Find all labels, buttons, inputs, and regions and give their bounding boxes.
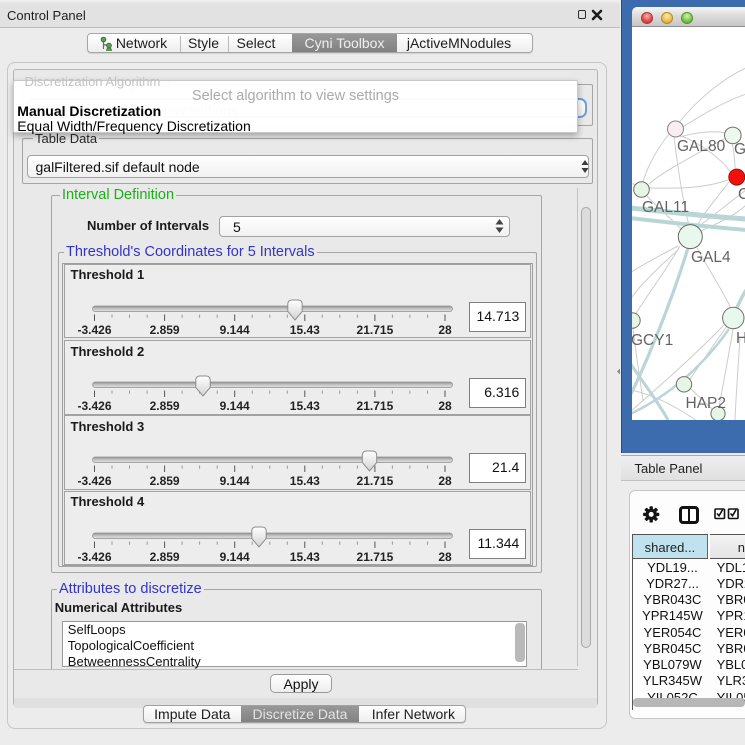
svg-text:28: 28: [438, 399, 452, 413]
svg-text:9.144: 9.144: [219, 474, 249, 488]
svg-text:21.715: 21.715: [356, 474, 393, 488]
svg-text:2.859: 2.859: [149, 550, 179, 564]
svg-text:-3.426: -3.426: [77, 323, 111, 337]
svg-text:GCY1: GCY1: [632, 332, 673, 349]
svg-text:-3.426: -3.426: [77, 550, 111, 564]
svg-text:GAL80: GAL80: [677, 138, 726, 155]
svg-text:15.43: 15.43: [289, 550, 319, 564]
svg-text:2.859: 2.859: [149, 323, 179, 337]
svg-text:-3.426: -3.426: [77, 474, 111, 488]
svg-text:15.43: 15.43: [289, 323, 319, 337]
svg-text:9.144: 9.144: [219, 550, 249, 564]
svg-text:C: C: [738, 186, 745, 203]
svg-text:GAL11: GAL11: [642, 199, 689, 216]
svg-text:28: 28: [438, 474, 452, 488]
svg-text:9.144: 9.144: [219, 399, 249, 413]
svg-text:21.715: 21.715: [356, 323, 393, 337]
svg-text:21.715: 21.715: [356, 399, 393, 413]
svg-text:28: 28: [438, 323, 452, 337]
svg-text:15.43: 15.43: [289, 399, 319, 413]
svg-text:-3.426: -3.426: [77, 399, 111, 413]
svg-text:GAL4: GAL4: [691, 249, 731, 266]
svg-text:HAP2: HAP2: [685, 395, 726, 412]
svg-text:15.43: 15.43: [289, 474, 319, 488]
svg-text:2.859: 2.859: [149, 474, 179, 488]
svg-text:2.859: 2.859: [149, 399, 179, 413]
svg-text:9.144: 9.144: [219, 323, 249, 337]
svg-text:28: 28: [438, 550, 452, 564]
svg-text:21.715: 21.715: [356, 550, 393, 564]
svg-text:H: H: [736, 330, 745, 347]
svg-text:GA: GA: [734, 141, 745, 158]
